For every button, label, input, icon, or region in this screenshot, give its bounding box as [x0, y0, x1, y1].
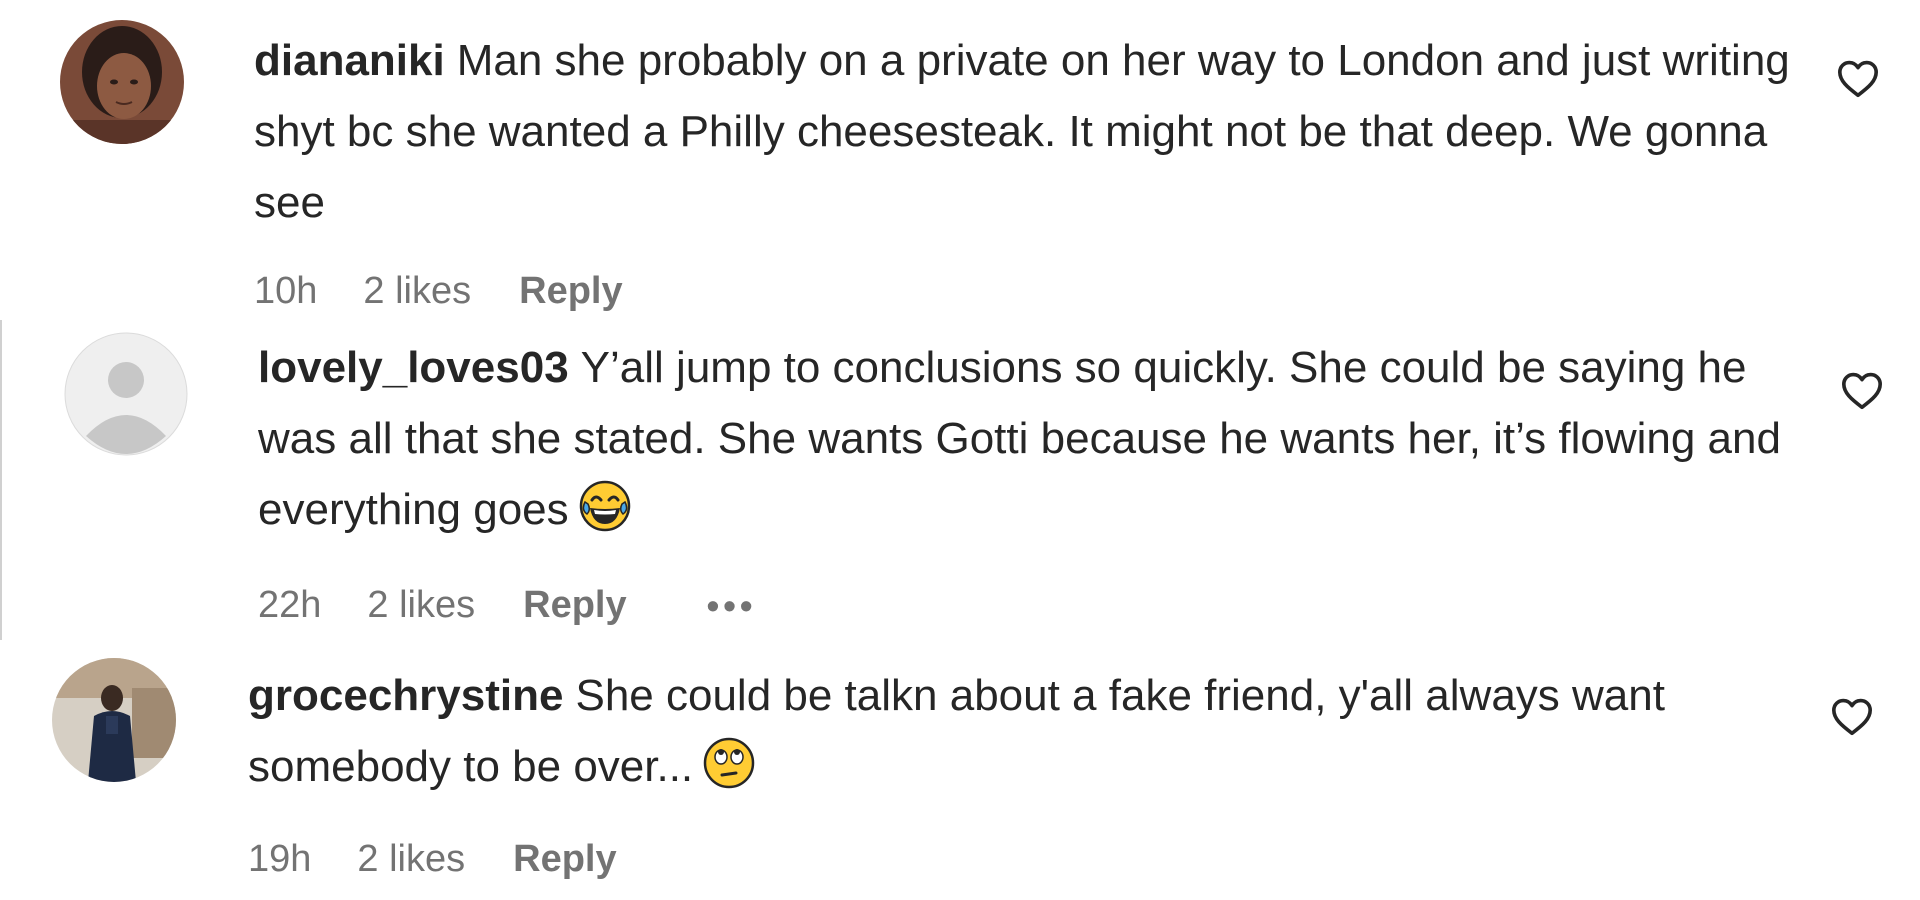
- comment-time: 22h: [258, 584, 322, 626]
- comment-meta: 19h 2 likes Reply: [248, 838, 665, 881]
- avatar[interactable]: [60, 20, 184, 144]
- comment-body: lovely_loves03 Y’all jump to conclusions …: [258, 332, 1798, 545]
- reply-button[interactable]: Reply: [519, 270, 622, 313]
- like-button[interactable]: [1836, 58, 1880, 98]
- comment-text: Man she probably on a private on her way…: [254, 36, 1790, 227]
- default-person-icon: [64, 332, 188, 456]
- comments-section: diananiki Man she probably on a private o…: [0, 0, 1920, 900]
- comment-username[interactable]: diananiki: [254, 36, 445, 85]
- comment-text-block: grocechrystine She could be talkn about a…: [248, 660, 1788, 802]
- profile-photo-icon: [60, 20, 184, 144]
- tears-of-joy-emoji-icon: [579, 480, 631, 532]
- heart-outline-icon: [1842, 372, 1882, 410]
- comment-username[interactable]: lovely_loves03: [258, 343, 569, 392]
- comment-username[interactable]: grocechrystine: [248, 671, 563, 720]
- profile-photo-icon: [52, 658, 176, 782]
- reply-button[interactable]: Reply: [523, 584, 626, 627]
- comment-time: 10h: [254, 270, 318, 312]
- comment-text-block: diananiki Man she probably on a private o…: [254, 25, 1794, 238]
- reply-button[interactable]: Reply: [513, 838, 616, 881]
- comment-meta: 22h 2 likes Reply •••: [258, 584, 804, 627]
- comment-likes[interactable]: 2 likes: [357, 838, 465, 881]
- like-button[interactable]: [1840, 370, 1884, 410]
- comment-body: grocechrystine She could be talkn about a…: [248, 660, 1788, 802]
- comment-meta: 10h 2 likes Reply: [254, 270, 671, 313]
- avatar[interactable]: [64, 332, 188, 456]
- like-button[interactable]: [1830, 696, 1874, 736]
- divider: [0, 320, 2, 640]
- comment-time: 19h: [248, 838, 312, 880]
- comment-text-block: lovely_loves03 Y’all jump to conclusions …: [258, 332, 1798, 545]
- more-options-button[interactable]: •••: [707, 585, 757, 627]
- comment-likes[interactable]: 2 likes: [367, 584, 475, 627]
- comment-body: diananiki Man she probably on a private o…: [254, 25, 1794, 238]
- eye-roll-emoji-icon: [703, 737, 755, 789]
- heart-outline-icon: [1832, 698, 1872, 736]
- avatar[interactable]: [52, 658, 176, 782]
- heart-outline-icon: [1838, 60, 1878, 98]
- comment-likes[interactable]: 2 likes: [363, 270, 471, 313]
